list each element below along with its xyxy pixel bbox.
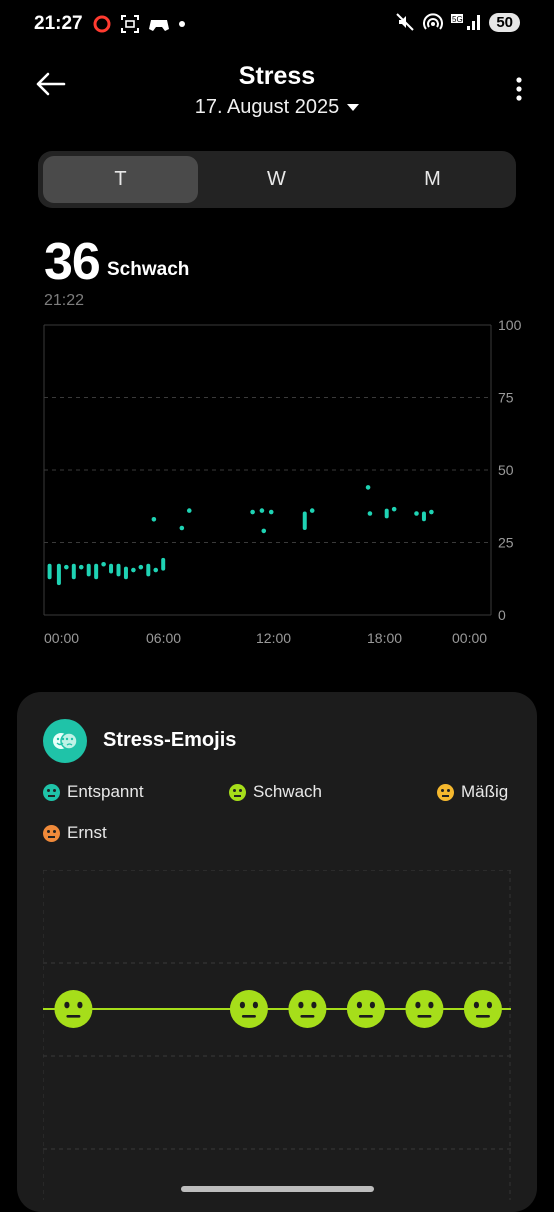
stress-data-point — [365, 485, 371, 490]
x-tick-label: 06:00 — [146, 630, 181, 646]
status-right-icons: 5G 50 — [395, 12, 520, 32]
home-indicator[interactable] — [181, 1186, 374, 1192]
page-title: Stress — [238, 62, 316, 90]
neutral-face-icon — [54, 990, 93, 1028]
card-title: Stress-Emojis — [103, 729, 237, 751]
more-options-icon[interactable] — [516, 76, 522, 102]
stress-data-point — [391, 506, 397, 512]
stress-data-point — [179, 525, 185, 531]
opera-icon — [93, 15, 111, 33]
neutral-face-icon — [346, 990, 385, 1028]
y-tick-label: 75 — [498, 390, 514, 406]
legend-ernst: Ernst — [43, 823, 107, 843]
neutral-face-icon — [288, 990, 327, 1028]
screenshot-icon — [121, 15, 139, 33]
stress-level-label: Schwach — [107, 259, 190, 280]
mute-icon — [396, 13, 415, 31]
stress-data-point — [153, 567, 159, 573]
hotspot-icon — [423, 13, 444, 30]
date-label: 17. August 2025 — [194, 96, 340, 118]
legend-label: Entspannt — [67, 782, 144, 801]
dropdown-triangle-icon — [347, 103, 360, 111]
svg-text:5G: 5G — [452, 15, 463, 24]
status-left-icons — [92, 14, 186, 34]
stress-data-point — [261, 528, 267, 534]
legend-label: Ernst — [67, 823, 107, 842]
dot-icon — [179, 21, 185, 27]
game-icon — [149, 20, 169, 31]
neutral-face-icon — [229, 783, 246, 801]
stress-data-point — [138, 564, 144, 570]
stress-data-point — [429, 509, 434, 515]
x-tick-label: 12:00 — [256, 630, 291, 646]
stress-data-point — [250, 509, 255, 515]
stress-data-point — [414, 511, 419, 516]
date-selector[interactable]: 17. August 2025 — [0, 96, 554, 119]
stress-data-point — [309, 508, 315, 513]
stress-data-point — [64, 564, 69, 570]
y-tick-label: 25 — [498, 535, 514, 551]
legend-schwach: Schwach — [229, 782, 322, 802]
legend-maessig: Mäßig — [437, 782, 508, 802]
relaxed-face-icon — [43, 783, 60, 801]
neutral-face-icon — [405, 990, 444, 1028]
neutral-face-icon — [229, 990, 268, 1028]
stress-time: 21:22 — [44, 292, 85, 309]
battery-icon: 50 — [489, 12, 520, 32]
neutral-face-icon — [463, 990, 502, 1028]
stress-data-point — [78, 564, 84, 570]
stress-value: 36 — [44, 233, 101, 291]
stress-data-point — [131, 567, 136, 573]
x-tick-label: 00:00 — [44, 630, 79, 646]
y-tick-label: 100 — [498, 317, 522, 333]
period-tabs: T W M — [38, 151, 516, 208]
stress-data-point — [259, 508, 265, 513]
stress-data-point — [367, 511, 373, 516]
displeased-face-icon — [437, 783, 454, 801]
legend-entspannt: Entspannt — [43, 782, 144, 802]
5g-signal-icon: 5G — [451, 14, 481, 30]
legend-label: Schwach — [253, 782, 322, 801]
masks-icon — [53, 732, 78, 750]
legend-label: Mäßig — [461, 782, 509, 801]
y-tick-label: 50 — [498, 462, 514, 478]
stress-emoji-chart[interactable] — [43, 870, 511, 1200]
stress-data-point — [186, 508, 192, 513]
stress-data-point — [151, 517, 157, 522]
stress-data-point — [101, 561, 106, 567]
stress-chart[interactable]: 100 75 50 25 0 00:00 06:00 12:00 18:00 00:00 — [0, 310, 554, 650]
y-tick-label: 0 — [498, 607, 506, 623]
stress-data-point — [268, 509, 274, 515]
tab-week[interactable]: W — [199, 156, 354, 203]
frowning-face-icon — [43, 824, 60, 842]
stress-emoji-card-icon — [43, 719, 87, 763]
x-tick-label: 18:00 — [367, 630, 402, 646]
tab-month[interactable]: M — [355, 156, 510, 203]
x-tick-label: 00:00 — [452, 630, 487, 646]
status-time: 21:27 — [34, 13, 83, 34]
tab-day[interactable]: T — [43, 156, 198, 203]
